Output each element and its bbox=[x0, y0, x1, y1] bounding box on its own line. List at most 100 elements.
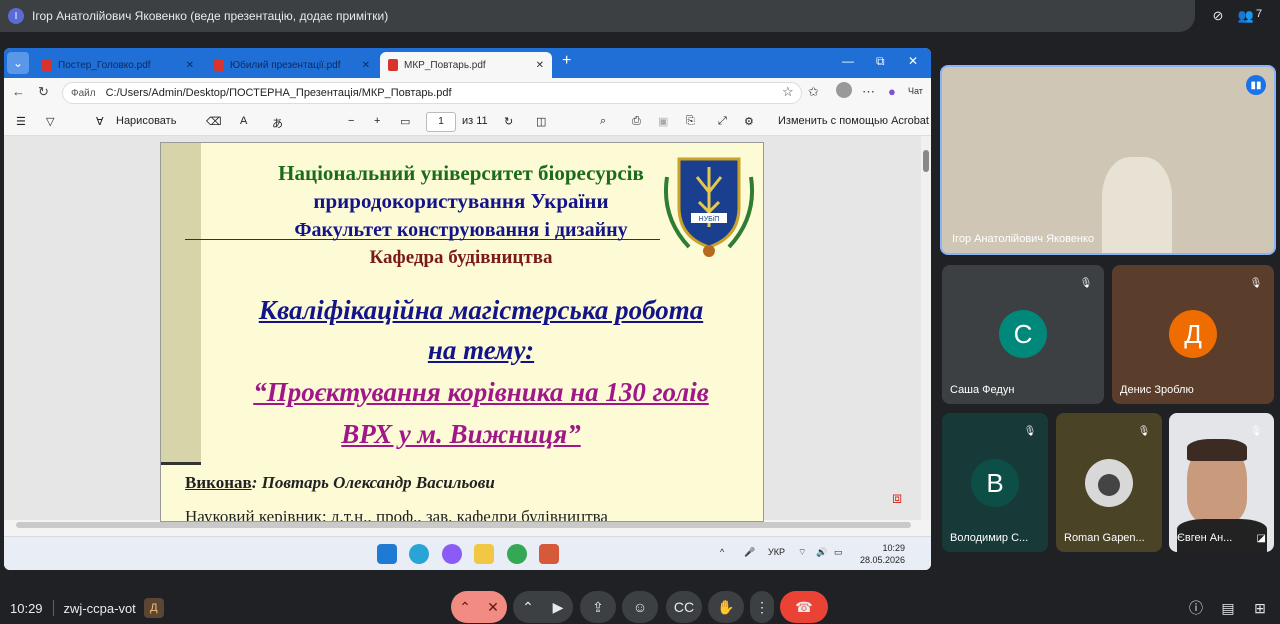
system-clock[interactable]: 10:29 28.05.2026 bbox=[860, 542, 905, 566]
save-icon[interactable]: ▣ bbox=[658, 115, 668, 128]
leave-call-button[interactable]: ☎ bbox=[780, 591, 828, 623]
participant-tile-volodymyr[interactable]: В 🎙 Володимир С... bbox=[942, 413, 1048, 552]
copilot-app-icon[interactable] bbox=[442, 544, 462, 564]
participant-name: Саша Федун bbox=[950, 384, 1015, 396]
folder-icon[interactable] bbox=[474, 544, 494, 564]
edge-icon[interactable] bbox=[409, 544, 429, 564]
print-icon[interactable]: ⎙ bbox=[632, 115, 641, 128]
battery-icon[interactable]: ▭ bbox=[834, 547, 843, 558]
settings-icon[interactable]: ⚙ bbox=[744, 115, 754, 128]
video-backdrop bbox=[1092, 97, 1118, 197]
refresh-icon[interactable]: ↻ bbox=[38, 84, 49, 100]
divider bbox=[52, 600, 54, 616]
tab-poster[interactable]: Постер_Головко.pdf ✕ bbox=[34, 52, 202, 78]
participant-tile-yevhen[interactable]: 🎙 Євген Ан... ◪ bbox=[1169, 413, 1274, 552]
page-view-icon[interactable]: ◫ bbox=[536, 115, 546, 128]
camera-options-button[interactable]: ⌃ bbox=[513, 591, 543, 623]
close-icon[interactable]: ✕ bbox=[536, 60, 544, 71]
save-as-icon[interactable]: ⎘ bbox=[686, 115, 695, 128]
present-button[interactable]: ⇪ bbox=[580, 591, 616, 623]
fit-page-icon[interactable]: ▭ bbox=[400, 115, 410, 128]
favorites-icon[interactable]: ✩ bbox=[808, 84, 819, 100]
mic-tray-icon[interactable]: 🎤 bbox=[744, 547, 755, 558]
copilot-icon[interactable]: ● bbox=[888, 84, 896, 99]
close-icon[interactable]: ✕ bbox=[362, 60, 370, 71]
edit-acrobat-button[interactable]: Изменить с помощью Acrobat bbox=[778, 115, 929, 127]
slide-university-line1: Національний університет біоресурсів bbox=[278, 161, 644, 185]
shared-screen: ⌄ Постер_Головко.pdf ✕ Юбилий презентаці… bbox=[4, 48, 931, 570]
participant-tile-sasha[interactable]: С 🎙 Саша Федун bbox=[942, 265, 1104, 404]
start-icon[interactable] bbox=[377, 544, 397, 564]
more-options-icon[interactable]: ⋮ bbox=[750, 591, 774, 623]
tray-chevron-icon[interactable]: ^ bbox=[720, 547, 724, 557]
close-icon[interactable]: ✕ bbox=[186, 60, 194, 71]
avatar: В bbox=[971, 459, 1019, 507]
search-icon[interactable]: ⌕ bbox=[600, 115, 606, 128]
participant-tile-roman[interactable]: 🎙 Roman Gapen... bbox=[1056, 413, 1162, 552]
chrome-icon[interactable] bbox=[507, 544, 527, 564]
stop-presenting-icon[interactable]: ⊘ bbox=[1208, 6, 1228, 26]
tab-presentation[interactable]: Юбилий презентації.pdf ✕ bbox=[206, 52, 378, 78]
tab-menu-button[interactable]: ⌄ bbox=[7, 52, 29, 74]
read-aloud-icon[interactable]: A bbox=[240, 115, 247, 127]
language-indicator[interactable]: УКР bbox=[768, 547, 785, 557]
presenter-bar: І Ігор Анатолійович Яковенко (веде презе… bbox=[0, 0, 1195, 32]
mic-off-button[interactable]: ✕ bbox=[479, 591, 507, 623]
photo-silhouette bbox=[1098, 474, 1120, 496]
pin-icon[interactable]: ◪ bbox=[1257, 533, 1266, 544]
page-number-input[interactable]: 1 bbox=[426, 112, 456, 132]
activities-icon[interactable]: ⊞ bbox=[1250, 598, 1270, 618]
contents-icon[interactable]: ☰ bbox=[16, 115, 26, 128]
slide-faculty: Факультет конструювання і дизайну bbox=[294, 219, 628, 241]
user-badge[interactable]: Д bbox=[143, 598, 164, 618]
acrobat-icon[interactable]: ⧈ bbox=[892, 490, 910, 508]
camera-button[interactable]: ▶ bbox=[543, 591, 573, 623]
draw-button[interactable]: Нарисовать bbox=[116, 115, 176, 127]
captions-icon[interactable]: CC bbox=[666, 591, 702, 623]
clock-time: 10:29 bbox=[882, 543, 906, 553]
pdf-viewer[interactable]: Національний університет біоресурсів при… bbox=[4, 136, 931, 528]
highlight-icon[interactable]: ▽ bbox=[46, 115, 54, 128]
copilot-label: Чат bbox=[908, 86, 923, 96]
eraser-icon[interactable]: ⌫ bbox=[206, 115, 222, 128]
mic-off-icon: 🎙 bbox=[1137, 425, 1151, 437]
fullscreen-icon[interactable]: ⤢ bbox=[718, 115, 727, 128]
wifi-icon[interactable]: ⌔ bbox=[798, 547, 806, 558]
emblem-text: НУБіП bbox=[699, 215, 720, 223]
volume-icon[interactable]: 🔊 bbox=[816, 547, 827, 558]
participant-tile-denys[interactable]: Д 🎙 Денис Зроблю bbox=[1112, 265, 1274, 404]
pdf-icon bbox=[388, 59, 398, 71]
powerpoint-icon[interactable] bbox=[539, 544, 559, 564]
people-icon[interactable]: 👥 bbox=[1236, 6, 1256, 26]
avatar: Д bbox=[1169, 310, 1217, 358]
profile-avatar[interactable] bbox=[836, 82, 852, 98]
translate-icon[interactable]: あ bbox=[272, 115, 283, 131]
slide-title-line2: на тему: bbox=[427, 335, 535, 365]
star-icon[interactable]: ☆ bbox=[782, 84, 794, 100]
slide-supervisor: Науковий керівник: д.т.н., проф., зав. к… bbox=[185, 507, 608, 522]
zoom-out-icon[interactable]: − bbox=[348, 115, 354, 127]
restore-icon[interactable]: ⧉ bbox=[876, 54, 885, 69]
mic-options-button[interactable]: ⌃ bbox=[451, 591, 479, 623]
vertical-scrollbar[interactable] bbox=[921, 136, 931, 520]
participant-name: Ігор Анатолійович Яковенко bbox=[952, 233, 1095, 245]
emoji-icon[interactable]: ☺ bbox=[622, 591, 658, 623]
raise-hand-icon[interactable]: ✋ bbox=[708, 591, 744, 623]
horizontal-scrollbar[interactable] bbox=[16, 522, 911, 528]
address-field[interactable]: Файл C:/Users/Admin/Desktop/ПОСТЕРНА_Пре… bbox=[62, 82, 802, 104]
info-icon[interactable]: ⓘ bbox=[1186, 598, 1206, 618]
back-icon[interactable]: ← bbox=[12, 84, 25, 99]
minimize-icon[interactable]: — bbox=[842, 54, 854, 68]
pdf-toolbar: ☰ ▽ ∀ Нарисовать ⌫ A あ − + ▭ 1 из 11 ↻ ◫… bbox=[4, 108, 931, 136]
scroll-thumb[interactable] bbox=[923, 150, 929, 172]
close-window-icon[interactable]: ✕ bbox=[908, 54, 918, 68]
draw-icon[interactable]: ∀ bbox=[96, 115, 104, 128]
rotate-icon[interactable]: ↻ bbox=[504, 115, 513, 128]
chat-icon[interactable]: ▤ bbox=[1218, 598, 1238, 618]
tab-mkr[interactable]: МКР_Повтарь.pdf ✕ bbox=[380, 52, 552, 78]
more-icon[interactable]: ⋯ bbox=[862, 84, 875, 100]
participant-tile-presenter[interactable]: ▮▮ Ігор Анатолійович Яковенко bbox=[940, 65, 1276, 255]
browser-tabstrip: ⌄ Постер_Головко.pdf ✕ Юбилий презентаці… bbox=[4, 48, 931, 78]
zoom-in-icon[interactable]: + bbox=[374, 115, 380, 127]
new-tab-button[interactable]: + bbox=[562, 52, 571, 70]
